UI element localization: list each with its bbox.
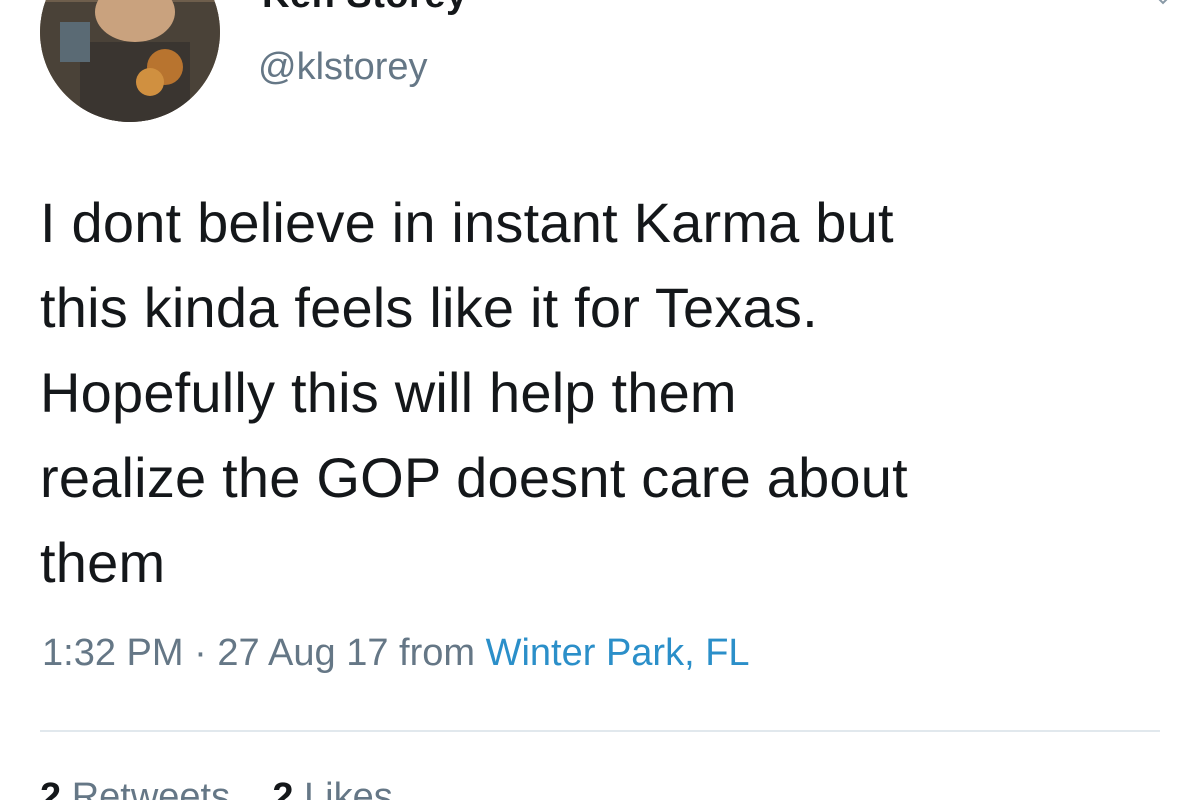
tweet-text-line: Hopefully this will help them [40,361,737,424]
tweet-metadata: 1:32 PM · 27 Aug 17 from Winter Park, FL [42,632,750,675]
avatar[interactable] [40,0,220,122]
user-handle[interactable]: @klstorey [258,46,428,89]
meta-separator: · [194,632,207,674]
tweet-time[interactable]: 1:32 PM [42,632,184,674]
tweet-card: Ken Storey @klstorey I dont believe in i… [0,0,1200,800]
divider [40,730,1160,732]
chevron-down-icon[interactable] [1154,0,1172,8]
likes-label: Likes [304,776,393,800]
tweet-text-line: them [40,531,166,594]
tweet-text: I dont believe in instant Karma but this… [40,180,1170,605]
retweets-label: Retweets [71,776,231,800]
tweet-stats: 2 Retweets 2 Likes [40,776,393,800]
tweet-text-line: this kinda feels like it for Texas. [40,276,818,339]
location-link[interactable]: Winter Park, FL [486,632,750,674]
tweet-text-line: I dont believe in instant Karma but [40,191,894,254]
display-name[interactable]: Ken Storey [262,0,468,17]
retweets-count: 2 [40,776,62,800]
from-label: from [399,632,476,674]
tweet-date[interactable]: 27 Aug 17 [217,632,388,674]
likes-count: 2 [272,776,294,800]
tweet-text-line: realize the GOP doesnt care about [40,446,908,509]
avatar-image [40,0,220,122]
likes-stat[interactable]: 2 Likes [272,776,392,800]
retweets-stat[interactable]: 2 Retweets [40,776,230,800]
